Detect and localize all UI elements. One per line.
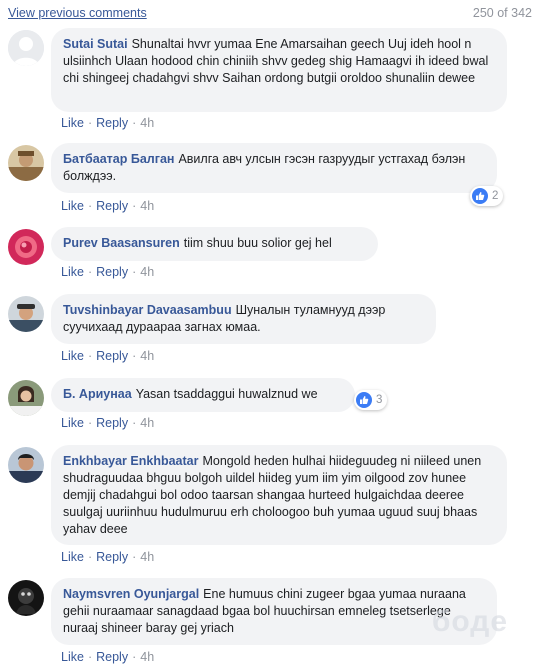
separator: · — [87, 199, 93, 213]
comment-author[interactable]: Naymsvren Oyunjargal — [63, 587, 199, 601]
separator: · — [132, 550, 137, 564]
comment-bubble: Enkhbayar Enkhbaatar Mongold heden hulhai… — [51, 445, 507, 545]
user-photo-icon — [8, 296, 44, 332]
like-button[interactable]: Like — [61, 116, 84, 130]
separator: · — [132, 265, 137, 279]
comment-timestamp[interactable]: 4h — [140, 349, 154, 363]
like-button[interactable]: Like — [61, 416, 84, 430]
comment-author[interactable]: Б. Ариунаа — [63, 387, 132, 401]
comment-actions: Like · Reply · 4h — [61, 116, 154, 130]
comment-bubble: Tuvshinbayar Davaasambuu Шуналын туламнуу… — [51, 294, 436, 344]
comment-timestamp[interactable]: 4h — [140, 116, 154, 130]
avatar[interactable] — [8, 30, 44, 66]
comment-author[interactable]: Sutai Sutai — [63, 37, 128, 51]
separator: · — [87, 550, 93, 564]
comment-timestamp[interactable]: 4h — [140, 550, 154, 564]
avatar[interactable] — [8, 145, 44, 181]
user-photo-icon — [8, 145, 44, 181]
reaction-count[interactable]: 3 — [354, 390, 388, 410]
avatar[interactable] — [8, 447, 44, 483]
separator: · — [87, 349, 93, 363]
comment-timestamp[interactable]: 4h — [140, 265, 154, 279]
comment-bubble: Б. Ариунаа Yasan tsaddaggui huwalznud we — [51, 378, 355, 412]
like-reaction-icon — [356, 392, 372, 408]
comment-text: tiim shuu buu solior gej hel — [183, 236, 332, 250]
separator: · — [132, 416, 137, 430]
comment-text: Yasan tsaddaggui huwalznud we — [135, 387, 318, 401]
separator: · — [132, 199, 137, 213]
like-reaction-icon — [472, 188, 488, 204]
comment-actions: Like · Reply · 4h — [61, 349, 154, 363]
avatar[interactable] — [8, 580, 44, 616]
comment-timestamp[interactable]: 4h — [140, 650, 154, 664]
avatar[interactable] — [8, 229, 44, 265]
comment-author[interactable]: Батбаатар Балган — [63, 152, 174, 166]
user-photo-icon — [8, 580, 44, 616]
separator: · — [132, 349, 137, 363]
comment-actions: Like · Reply · 4h — [61, 416, 154, 430]
user-photo-icon — [8, 380, 44, 416]
avatar[interactable] — [8, 380, 44, 416]
reaction-number: 3 — [376, 394, 383, 406]
reply-button[interactable]: Reply — [96, 116, 128, 130]
comments-header: View previous comments 250 of 342 — [0, 0, 536, 28]
separator: · — [87, 416, 93, 430]
reply-button[interactable]: Reply — [96, 416, 128, 430]
site-watermark: боде — [431, 605, 508, 638]
like-button[interactable]: Like — [61, 265, 84, 279]
reply-button[interactable]: Reply — [96, 650, 128, 664]
comment-author[interactable]: Purev Baasansuren — [63, 236, 180, 250]
user-photo-icon — [8, 229, 44, 265]
separator: · — [132, 116, 137, 130]
reaction-count[interactable]: 2 — [470, 186, 504, 206]
reply-button[interactable]: Reply — [96, 349, 128, 363]
reply-button[interactable]: Reply — [96, 265, 128, 279]
reply-button[interactable]: Reply — [96, 199, 128, 213]
view-previous-comments-link[interactable]: View previous comments — [8, 6, 147, 20]
like-button[interactable]: Like — [61, 199, 84, 213]
default-avatar-icon — [8, 30, 44, 66]
separator: · — [87, 116, 93, 130]
comment-bubble: Naymsvren Oyunjargal Ene humuus chini zug… — [51, 578, 497, 645]
comment-actions: Like · Reply · 4h — [61, 550, 154, 564]
separator: · — [87, 265, 93, 279]
comment-timestamp[interactable]: 4h — [140, 416, 154, 430]
comment-count: 250 of 342 — [472, 6, 532, 20]
comment-author[interactable]: Enkhbayar Enkhbaatar — [63, 454, 198, 468]
separator: · — [87, 650, 93, 664]
comment-bubble: Sutai Sutai Shunaltai hvvr yumaa Ene Amar… — [51, 28, 507, 112]
avatar[interactable] — [8, 296, 44, 332]
comment-bubble: Батбаатар Балган Авилга авч улсын гэсэн г… — [51, 143, 497, 193]
comment-author[interactable]: Tuvshinbayar Davaasambuu — [63, 303, 232, 317]
separator: · — [132, 650, 137, 664]
reaction-number: 2 — [492, 190, 499, 202]
like-button[interactable]: Like — [61, 349, 84, 363]
like-button[interactable]: Like — [61, 550, 84, 564]
comment-timestamp[interactable]: 4h — [140, 199, 154, 213]
comment-actions: Like · Reply · 4h — [61, 265, 154, 279]
comment-actions: Like · Reply · 4h — [61, 199, 154, 213]
like-button[interactable]: Like — [61, 650, 84, 664]
comment-bubble: Purev Baasansuren tiim shuu buu solior ge… — [51, 227, 378, 261]
reply-button[interactable]: Reply — [96, 550, 128, 564]
user-photo-icon — [8, 447, 44, 483]
comment-actions: Like · Reply · 4h — [61, 650, 154, 664]
